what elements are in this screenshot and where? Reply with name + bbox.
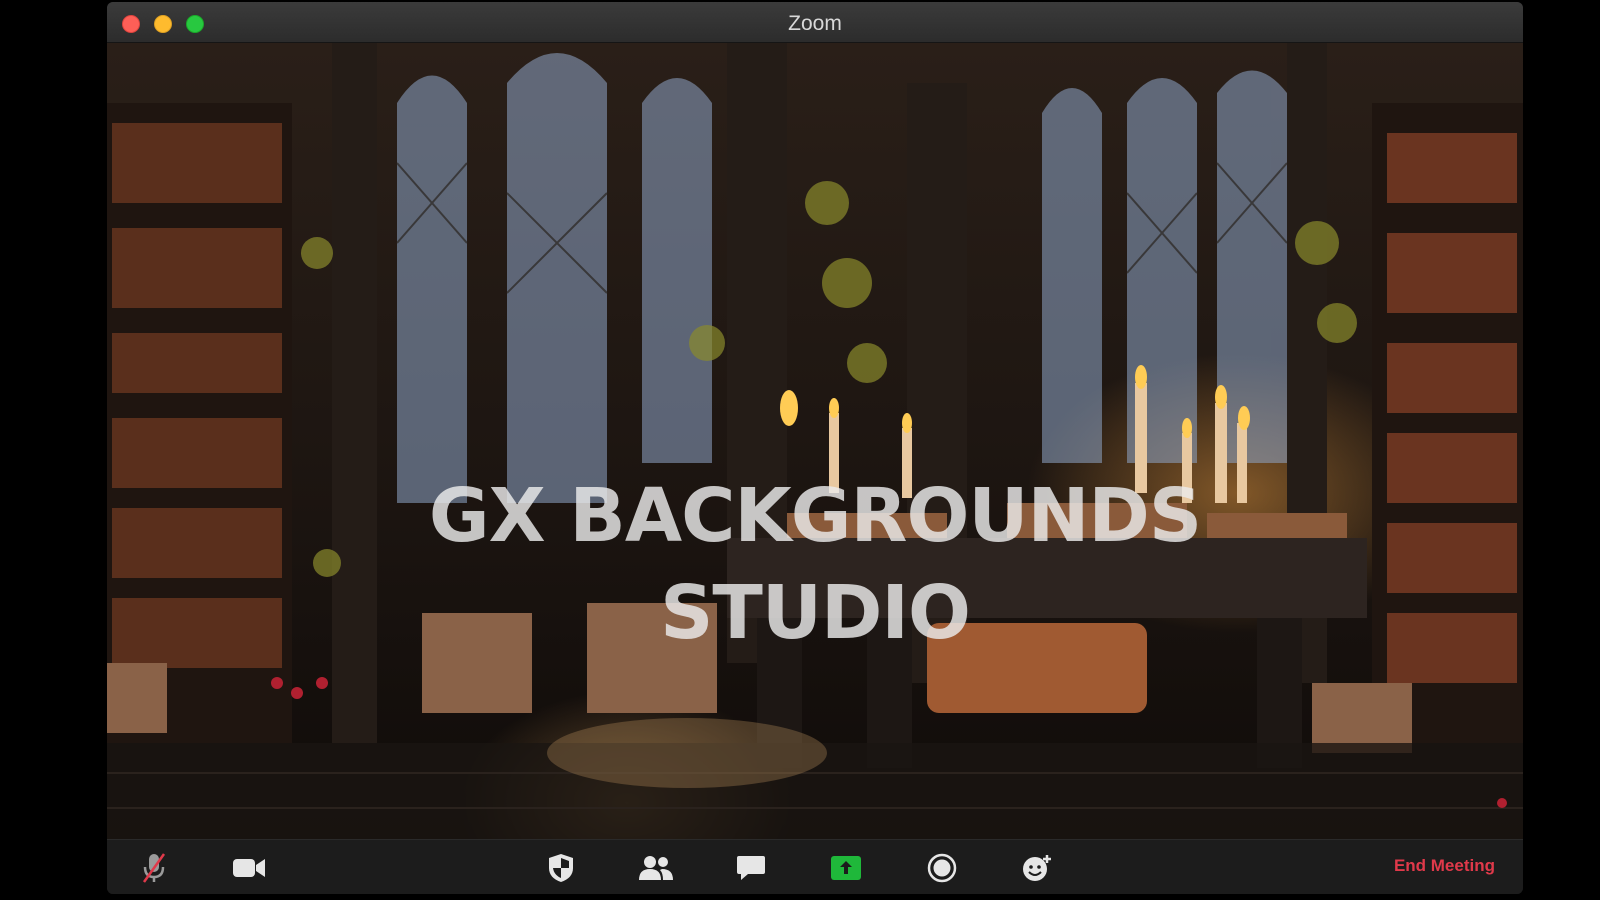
video-button[interactable] bbox=[229, 850, 269, 886]
participants-button[interactable] bbox=[636, 850, 676, 886]
security-button[interactable] bbox=[541, 850, 581, 886]
share-screen-icon bbox=[831, 856, 861, 880]
shield-icon bbox=[549, 854, 573, 882]
reaction-emoji-icon bbox=[1023, 855, 1051, 881]
video-feed: GX BACKGROUNDS STUDIO bbox=[107, 43, 1523, 839]
zoom-window: Zoom GX BACKGROUNDS STUDIO End Meeting bbox=[107, 2, 1523, 894]
mute-button[interactable] bbox=[134, 850, 174, 886]
reactions-button[interactable] bbox=[1017, 850, 1057, 886]
watermark-line-2: STUDIO bbox=[660, 570, 971, 656]
title-bar[interactable]: Zoom bbox=[107, 2, 1523, 43]
share-screen-button[interactable] bbox=[826, 850, 866, 886]
record-button[interactable] bbox=[922, 850, 962, 886]
virtual-background-image bbox=[107, 43, 1523, 839]
meeting-toolbar: End Meeting bbox=[107, 839, 1523, 894]
participants-icon bbox=[639, 856, 673, 880]
end-meeting-button[interactable]: End Meeting bbox=[1394, 856, 1495, 876]
microphone-muted-icon bbox=[142, 853, 166, 883]
video-camera-icon bbox=[233, 859, 265, 877]
window-title: Zoom bbox=[788, 12, 842, 35]
record-icon bbox=[927, 853, 957, 883]
watermark-line-1: GX BACKGROUNDS bbox=[428, 473, 1202, 559]
chat-bubble-icon bbox=[737, 856, 765, 880]
chat-button[interactable] bbox=[731, 850, 771, 886]
